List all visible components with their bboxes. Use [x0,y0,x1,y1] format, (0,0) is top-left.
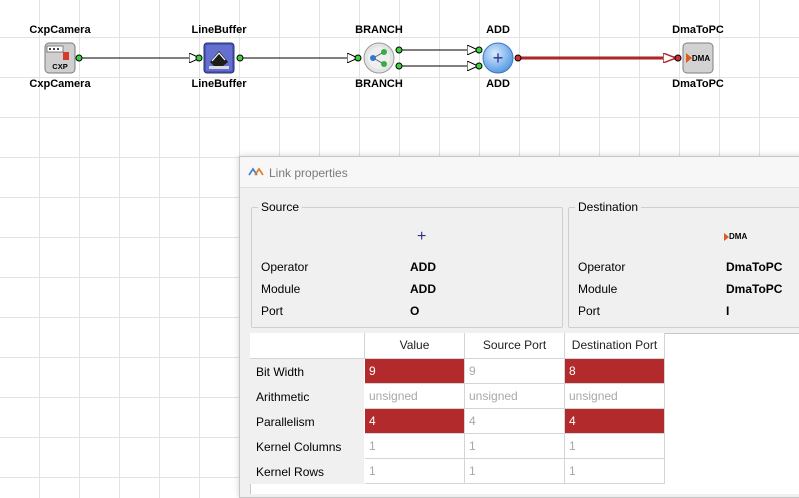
source-operator-value: ADD [410,260,436,274]
cell-parallelism-source[interactable]: 4 [465,409,565,434]
cell-arithmetic-value[interactable]: unsigned [365,384,465,409]
branch-icon [363,42,395,74]
row-label-kernel-columns: Kernel Columns [250,434,364,459]
source-module-label: Module [261,282,301,296]
port-branch-out-2[interactable] [395,62,403,70]
svg-text:+: + [493,48,504,68]
source-port-label: Port [261,304,284,318]
cell-kernel-columns-value[interactable]: 1 [365,434,465,459]
svg-text:DMA: DMA [692,54,710,63]
destination-group: Destination DMA Operator DmaToPC Module … [568,200,799,328]
cell-kernel-rows-destination[interactable]: 1 [565,459,665,484]
row-label-arithmetic: Arithmetic [250,384,364,409]
destination-module-value: DmaToPC [726,282,783,296]
svg-text:CXP: CXP [52,62,67,71]
operator-title: DmaToPC [672,24,724,36]
operator-subtitle: CxpCamera [29,78,91,90]
source-group: Source + Operator ADD Module ADD Port O [251,200,563,328]
destination-dma-icon: DMA [724,232,747,241]
link-properties-icon [248,167,264,176]
port-add-out[interactable] [514,54,522,62]
operator-subtitle: ADD [486,78,510,90]
operator-title: ADD [486,24,510,36]
cell-kernel-rows-value[interactable]: 1 [365,459,465,484]
source-operator-label: Operator [261,260,309,274]
operator-title: CxpCamera [29,24,91,36]
cell-kernel-columns-destination[interactable]: 1 [565,434,665,459]
source-add-icon: + [417,228,427,245]
cell-bit-width-source[interactable]: 9 [465,359,565,384]
operator-subtitle: LineBuffer [191,78,247,90]
operator-subtitle: BRANCH [355,78,403,90]
cell-arithmetic-source[interactable]: unsigned [465,384,565,409]
destination-operator-label: Operator [578,260,626,274]
operator-subtitle: DmaToPC [672,78,724,90]
add-icon: + [482,42,514,74]
cell-bit-width-value[interactable]: 9 [365,359,465,384]
row-label-bit-width: Bit Width [250,359,364,384]
column-header-destination-port[interactable]: Destination Port [565,333,665,359]
cell-bit-width-destination[interactable]: 8 [565,359,665,384]
cell-parallelism-value[interactable]: 4 [365,409,465,434]
column-header-value[interactable]: Value [365,333,465,359]
column-header-source-port[interactable]: Source Port [465,333,565,359]
dma-icon: DMA [682,42,714,74]
source-port-value: O [410,304,420,318]
source-module-value: ADD [410,282,436,296]
link-properties-dialog[interactable]: Link properties Source + Operator ADD Mo… [239,156,799,498]
cell-parallelism-destination[interactable]: 4 [565,409,665,434]
operator-title: BRANCH [355,24,403,36]
dialog-title: Link properties [269,166,348,180]
dialog-titlebar[interactable]: Link properties [240,157,799,188]
operator-title: LineBuffer [191,24,247,36]
row-label-kernel-rows: Kernel Rows [250,459,364,484]
destination-module-label: Module [578,282,618,296]
port-branch-in[interactable] [354,54,362,62]
destination-port-label: Port [578,304,601,318]
cxp-camera-icon: CXP [44,42,76,74]
row-label-parallelism: Parallelism [250,409,364,434]
destination-port-value: I [726,304,730,318]
port-branch-out-1[interactable] [395,46,403,54]
table-corner [250,333,365,359]
cell-arithmetic-destination[interactable]: unsigned [565,384,665,409]
destination-group-label: Destination [575,200,642,214]
cell-kernel-columns-source[interactable]: 1 [465,434,565,459]
destination-operator-value: DmaToPC [726,260,783,274]
port-linebuffer-in[interactable] [195,54,203,62]
port-dma-in[interactable] [674,54,682,62]
cell-kernel-rows-source[interactable]: 1 [465,459,565,484]
port-camera-out[interactable] [75,54,83,62]
source-group-label: Source [258,200,303,214]
port-linebuffer-out[interactable] [236,54,244,62]
line-buffer-icon [203,42,235,74]
